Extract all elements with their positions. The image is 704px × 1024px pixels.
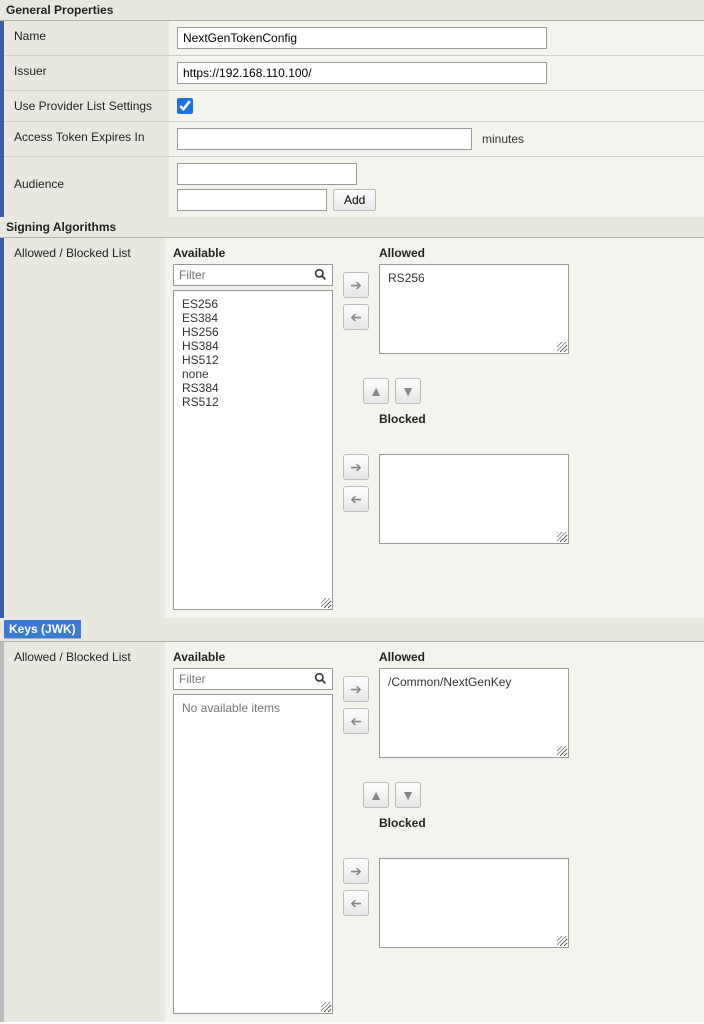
- list-item[interactable]: ES384: [182, 311, 324, 325]
- keys-list-label: Allowed / Blocked List: [0, 642, 165, 1022]
- list-item[interactable]: HS384: [182, 339, 324, 353]
- audience-input-2[interactable]: [177, 189, 327, 211]
- available-label: Available: [173, 650, 333, 664]
- list-item[interactable]: none: [182, 367, 324, 381]
- move-left-button[interactable]: ➔: [343, 304, 369, 330]
- section-header-keys: Keys (JWK): [4, 620, 81, 639]
- general-panel: Name Issuer Use Provider List Settings A…: [0, 21, 704, 217]
- list-item[interactable]: /Common/NextGenKey: [388, 675, 560, 689]
- signing-list-label: Allowed / Blocked List: [0, 238, 165, 618]
- add-button[interactable]: Add: [333, 189, 376, 211]
- audience-label: Audience: [4, 157, 169, 217]
- move-left-button[interactable]: ➔: [343, 486, 369, 512]
- search-icon: [314, 268, 327, 284]
- keys-available-list[interactable]: No available items: [173, 694, 333, 1014]
- useprov-label: Use Provider List Settings: [4, 91, 169, 121]
- list-item[interactable]: RS256: [388, 271, 560, 285]
- keys-blocked-list[interactable]: [379, 858, 569, 948]
- list-item[interactable]: ES256: [182, 297, 324, 311]
- move-right-button[interactable]: ➔: [343, 676, 369, 702]
- signing-allowed-list[interactable]: RS256: [379, 264, 569, 354]
- move-right-button[interactable]: ➔: [343, 272, 369, 298]
- list-item[interactable]: RS384: [182, 381, 324, 395]
- name-label: Name: [4, 21, 169, 55]
- issuer-label: Issuer: [4, 56, 169, 90]
- issuer-input[interactable]: [177, 62, 547, 84]
- signing-blocked-list[interactable]: [379, 454, 569, 544]
- expires-label: Access Token Expires In: [4, 122, 169, 156]
- name-input[interactable]: [177, 27, 547, 49]
- keys-picker: Allowed / Blocked List Available No avai…: [0, 642, 704, 1022]
- move-up-button[interactable]: ▲: [363, 782, 389, 808]
- list-item[interactable]: HS512: [182, 353, 324, 367]
- signing-picker: Allowed / Blocked List Available ES256 E…: [0, 238, 704, 618]
- expires-suffix: minutes: [482, 132, 524, 146]
- move-right-button[interactable]: ➔: [343, 858, 369, 884]
- signing-filter-input[interactable]: [173, 264, 333, 286]
- move-down-button[interactable]: ▼: [395, 378, 421, 404]
- search-icon: [314, 672, 327, 688]
- list-item[interactable]: RS512: [182, 395, 324, 409]
- useprov-checkbox[interactable]: [177, 98, 193, 114]
- blocked-label: Blocked: [379, 412, 569, 426]
- section-header-signing: Signing Algorithms: [0, 217, 704, 238]
- allowed-label: Allowed: [379, 246, 569, 260]
- available-label: Available: [173, 246, 333, 260]
- move-left-button[interactable]: ➔: [343, 708, 369, 734]
- move-right-button[interactable]: ➔: [343, 454, 369, 480]
- list-item[interactable]: HS256: [182, 325, 324, 339]
- move-down-button[interactable]: ▼: [395, 782, 421, 808]
- expires-input[interactable]: [177, 128, 472, 150]
- move-up-button[interactable]: ▲: [363, 378, 389, 404]
- no-items-text: No available items: [182, 701, 280, 715]
- keys-filter-input[interactable]: [173, 668, 333, 690]
- move-left-button[interactable]: ➔: [343, 890, 369, 916]
- keys-allowed-list[interactable]: /Common/NextGenKey: [379, 668, 569, 758]
- audience-input-1[interactable]: [177, 163, 357, 185]
- blocked-label: Blocked: [379, 816, 569, 830]
- signing-available-list[interactable]: ES256 ES384 HS256 HS384 HS512 none RS384…: [173, 290, 333, 610]
- allowed-label: Allowed: [379, 650, 569, 664]
- section-header-general: General Properties: [0, 0, 704, 21]
